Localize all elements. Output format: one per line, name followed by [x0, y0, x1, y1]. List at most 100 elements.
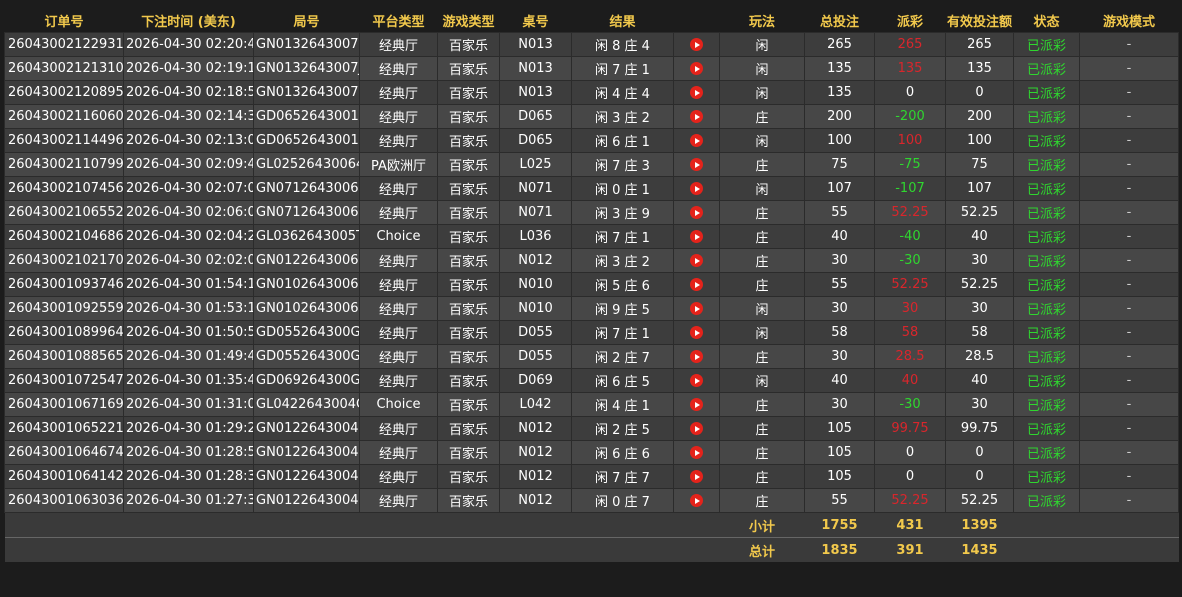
- replay-cell[interactable]: [673, 224, 720, 249]
- column-header-game-mode: 游戏模式: [1079, 8, 1179, 33]
- order-no-cell: 260430021065526: [4, 200, 124, 225]
- play-circle-icon[interactable]: [690, 470, 703, 483]
- status-cell: 已派彩: [1013, 176, 1080, 201]
- table-row: 260430010641422 2026-04-30 01:28:30 GN0122…: [4, 464, 1179, 489]
- play-circle-icon[interactable]: [690, 326, 703, 339]
- play-circle-icon[interactable]: [690, 86, 703, 99]
- play-circle-icon[interactable]: [690, 134, 703, 147]
- play-circle-icon[interactable]: [690, 38, 703, 51]
- replay-cell[interactable]: [673, 464, 720, 489]
- payout-cell: 99.75: [874, 416, 946, 441]
- game-type-cell: 百家乐: [437, 344, 500, 369]
- total-bet-cell: 107: [804, 176, 875, 201]
- play-circle-icon[interactable]: [690, 278, 703, 291]
- status-cell: 已派彩: [1013, 200, 1080, 225]
- replay-cell[interactable]: [673, 368, 720, 393]
- game-type-cell: 百家乐: [437, 248, 500, 273]
- replay-cell[interactable]: [673, 176, 720, 201]
- replay-cell[interactable]: [673, 248, 720, 273]
- column-header-valid-bet: 有效投注额: [945, 8, 1014, 33]
- bet-type-cell: 庄: [719, 488, 805, 513]
- bet-time-cell: 2026-04-30 02:14:32: [123, 104, 254, 129]
- payout-cell: 28.5: [874, 344, 946, 369]
- subtotal-payout: 431: [874, 512, 946, 538]
- payout-cell: 100: [874, 128, 946, 153]
- game-type-cell: 百家乐: [437, 368, 500, 393]
- replay-cell[interactable]: [673, 344, 720, 369]
- order-no-cell: 260430010899643: [4, 320, 124, 345]
- column-header-bet-type: 玩法: [719, 8, 805, 33]
- play-circle-icon[interactable]: [690, 110, 703, 123]
- valid-bet-cell: 30: [945, 296, 1014, 321]
- play-circle-icon[interactable]: [690, 398, 703, 411]
- replay-cell[interactable]: [673, 272, 720, 297]
- round-no-cell: GN0122643004Q: [253, 464, 360, 489]
- game-type-cell: 百家乐: [437, 104, 500, 129]
- table-row: 260430021229317 2026-04-30 02:20:42 GN0132…: [4, 32, 1179, 57]
- platform-cell: 经典厅: [359, 272, 438, 297]
- result-cell: 闲 9 庄 5: [571, 296, 674, 321]
- bet-time-cell: 2026-04-30 02:04:29: [123, 224, 254, 249]
- game-type-cell: 百家乐: [437, 464, 500, 489]
- play-circle-icon[interactable]: [690, 374, 703, 387]
- play-circle-icon[interactable]: [690, 182, 703, 195]
- result-cell: 闲 3 庄 9: [571, 200, 674, 225]
- play-circle-icon[interactable]: [690, 494, 703, 507]
- table-row: 260430010652217 2026-04-30 01:29:26 GN0122…: [4, 416, 1179, 441]
- replay-cell[interactable]: [673, 32, 720, 57]
- platform-cell: 经典厅: [359, 440, 438, 465]
- platform-cell: 经典厅: [359, 200, 438, 225]
- result-cell: 闲 7 庄 1: [571, 224, 674, 249]
- play-circle-icon[interactable]: [690, 62, 703, 75]
- play-circle-icon[interactable]: [690, 230, 703, 243]
- replay-cell[interactable]: [673, 416, 720, 441]
- play-circle-icon[interactable]: [690, 254, 703, 267]
- bet-time-cell: 2026-04-30 02:02:06: [123, 248, 254, 273]
- replay-cell[interactable]: [673, 128, 720, 153]
- game-mode-cell: -: [1079, 272, 1179, 297]
- play-circle-icon[interactable]: [690, 350, 703, 363]
- game-type-cell: 百家乐: [437, 224, 500, 249]
- column-header-result: 结果: [571, 8, 674, 33]
- table-no-cell: N013: [499, 56, 572, 81]
- replay-cell[interactable]: [673, 320, 720, 345]
- game-mode-cell: -: [1079, 152, 1179, 177]
- replay-cell[interactable]: [673, 296, 720, 321]
- table-row: 260430010630366 2026-04-30 01:27:31 GN0122…: [4, 488, 1179, 513]
- result-cell: 闲 0 庄 7: [571, 488, 674, 513]
- game-mode-cell: -: [1079, 464, 1179, 489]
- play-circle-icon[interactable]: [690, 302, 703, 315]
- play-circle-icon[interactable]: [690, 206, 703, 219]
- table-row: 260430021208951 2026-04-30 02:18:52 GN0132…: [4, 80, 1179, 105]
- result-cell: 闲 0 庄 1: [571, 176, 674, 201]
- round-no-cell: GD06526430017: [253, 104, 360, 129]
- payout-cell: 30: [874, 296, 946, 321]
- replay-cell[interactable]: [673, 56, 720, 81]
- table-no-cell: D069: [499, 368, 572, 393]
- play-circle-icon[interactable]: [690, 422, 703, 435]
- total-bet-cell: 75: [804, 152, 875, 177]
- replay-cell[interactable]: [673, 80, 720, 105]
- bet-time-cell: 2026-04-30 01:53:12: [123, 296, 254, 321]
- platform-cell: 经典厅: [359, 80, 438, 105]
- status-cell: 已派彩: [1013, 344, 1080, 369]
- table-no-cell: N012: [499, 488, 572, 513]
- bet-type-cell: 闲: [719, 368, 805, 393]
- play-circle-icon[interactable]: [690, 446, 703, 459]
- replay-cell[interactable]: [673, 392, 720, 417]
- replay-cell[interactable]: [673, 152, 720, 177]
- replay-cell[interactable]: [673, 440, 720, 465]
- replay-cell[interactable]: [673, 104, 720, 129]
- round-no-cell: GN0132643007L: [253, 32, 360, 57]
- table-no-cell: D055: [499, 320, 572, 345]
- round-no-cell: GN01026430067: [253, 296, 360, 321]
- bet-type-cell: 闲: [719, 128, 805, 153]
- valid-bet-cell: 58: [945, 320, 1014, 345]
- bet-time-cell: 2026-04-30 02:13:06: [123, 128, 254, 153]
- play-circle-icon[interactable]: [690, 158, 703, 171]
- replay-cell[interactable]: [673, 488, 720, 513]
- game-type-cell: 百家乐: [437, 440, 500, 465]
- column-header-table-no: 桌号: [499, 8, 572, 33]
- round-no-cell: GN0122643004O: [253, 488, 360, 513]
- replay-cell[interactable]: [673, 200, 720, 225]
